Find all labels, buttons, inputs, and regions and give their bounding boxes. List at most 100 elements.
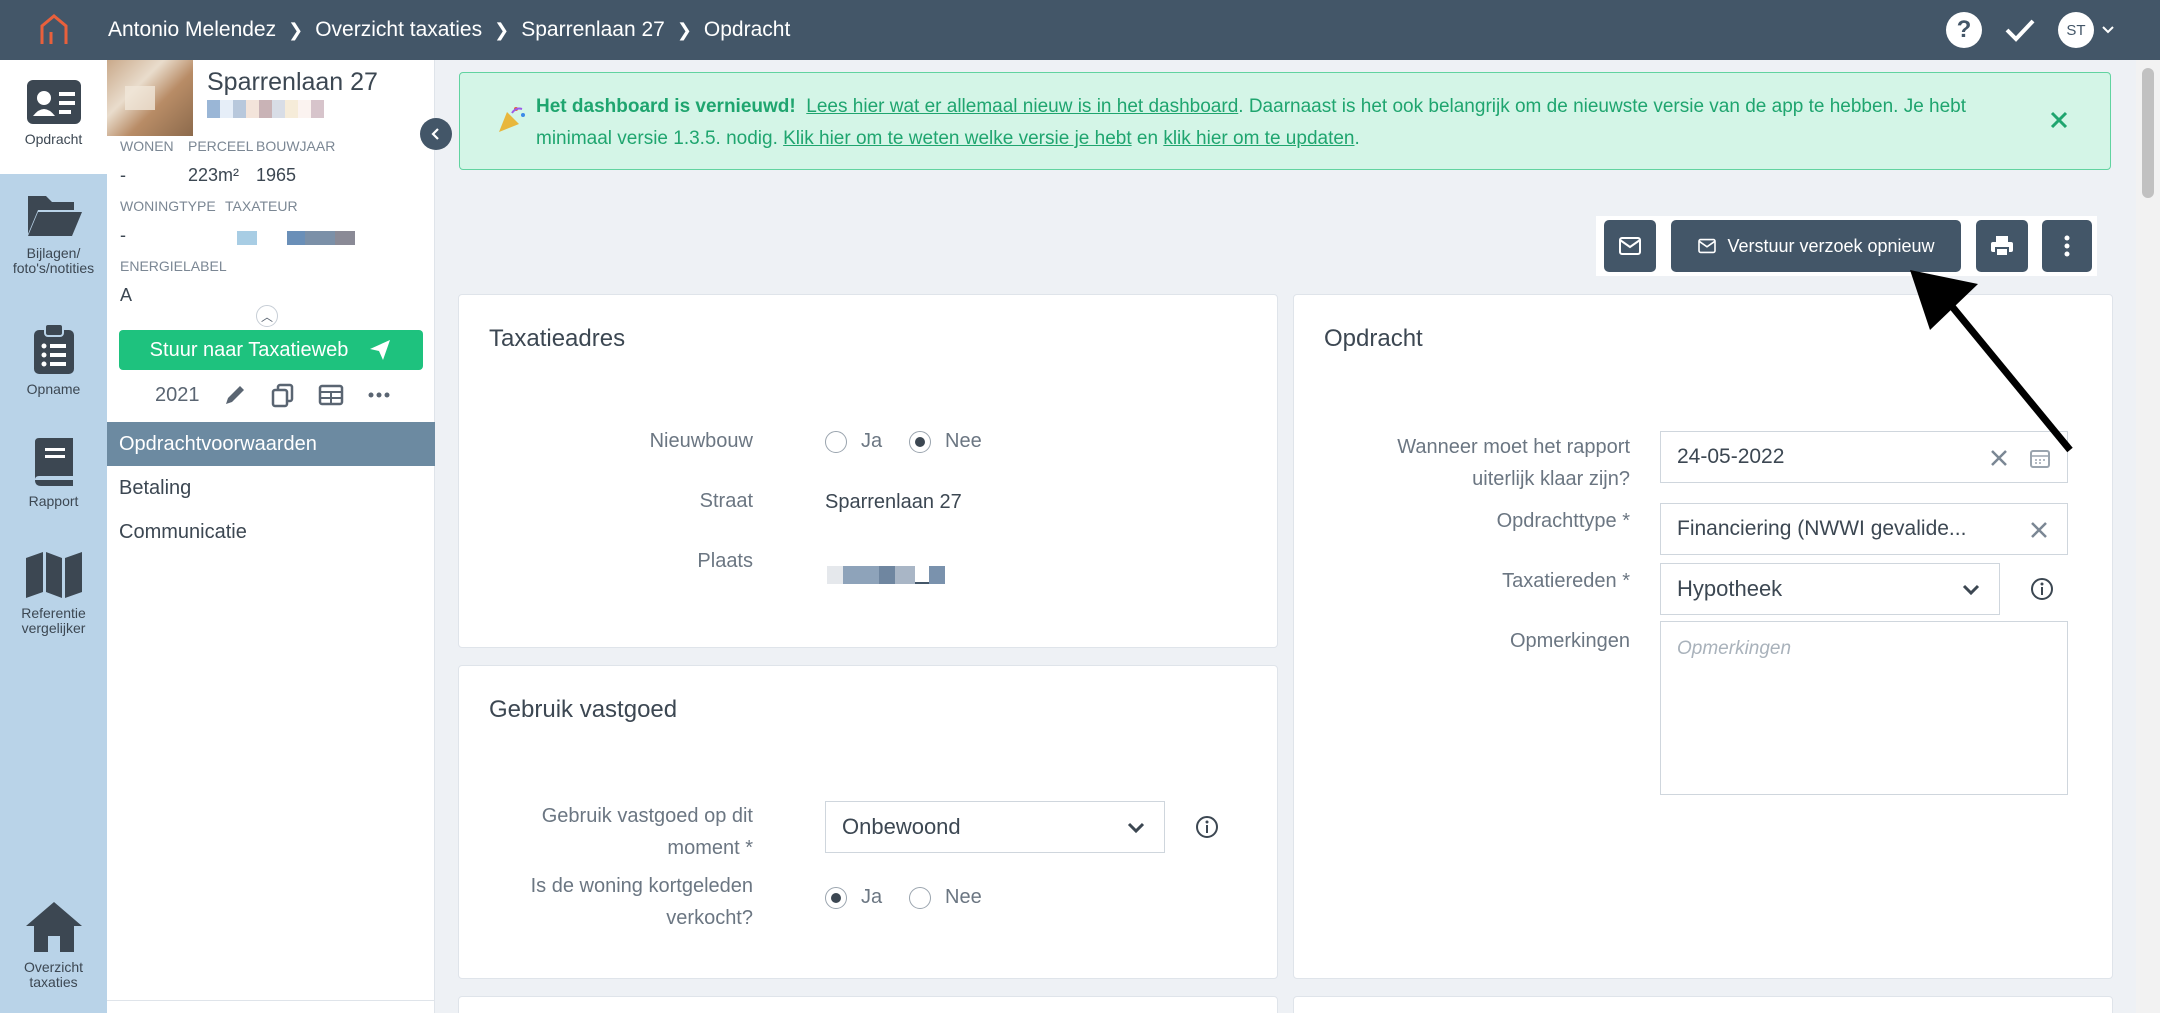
clear-icon[interactable] [2029, 520, 2049, 540]
info-icon[interactable] [1195, 815, 1219, 839]
menu-item-communicatie[interactable]: Communicatie [107, 510, 435, 554]
bouwjaar-label: BOUWJAAR [256, 138, 336, 154]
chevron-right-icon: ❯ [676, 19, 692, 40]
energielabel-value: A [120, 285, 133, 305]
card-title: Taxatieadres [489, 325, 626, 352]
breadcrumb-address[interactable]: Sparrenlaan 27 [521, 18, 665, 42]
collapse-panel-button[interactable] [420, 118, 452, 150]
menu-item-opdrachtvoorwaarden[interactable]: Opdrachtvoorwaarden [107, 422, 435, 466]
opmerkingen-textarea[interactable]: Opmerkingen [1660, 621, 2068, 795]
rail-item-overzicht[interactable]: Overzicht taxaties [0, 900, 107, 990]
chevron-down-icon[interactable] [2100, 22, 2116, 38]
notice-link-update[interactable]: klik hier om te updaten [1163, 128, 1354, 149]
gebruik-vastgoed-card: Gebruik vastgoed Gebruik vastgoed op dit… [458, 665, 1278, 979]
redacted-plaats [827, 566, 945, 584]
scrollbar-thumb[interactable] [2142, 68, 2154, 198]
rail-item-opdracht[interactable]: Opdracht [0, 60, 107, 174]
icon-rail: Opdracht Bijlagen/ foto's/notities Opnam… [0, 60, 107, 1013]
rail-item-referentie[interactable]: Referentie vergelijker [0, 550, 107, 636]
paper-plane-icon [370, 340, 391, 360]
menu-item-betaling[interactable]: Betaling [107, 466, 435, 510]
verkocht-label: Is de woning kortgeleden verkocht? [530, 875, 753, 929]
email-button[interactable] [1604, 220, 1656, 272]
more-horizontal-icon[interactable] [366, 382, 392, 408]
woningtype-label: WONINGTYPE [120, 198, 216, 214]
card-title: Gebruik vastgoed [489, 696, 678, 723]
woningtype-value: - [120, 225, 126, 245]
rail-label: Overzicht taxaties [23, 959, 84, 990]
opmerkingen-label: Opmerkingen [1509, 630, 1630, 652]
card-title: Opdracht [1324, 325, 1423, 352]
chevron-up-icon[interactable]: ︿ [256, 305, 278, 327]
breadcrumb-overzicht[interactable]: Overzicht taxaties [315, 18, 482, 42]
avatar[interactable]: ST [2058, 12, 2094, 48]
pencil-icon[interactable] [222, 382, 248, 408]
breadcrumb: Antonio Melendez ❯ Overzicht taxaties ❯ … [108, 0, 790, 60]
perceel-value: 223m² [188, 165, 240, 185]
app-logo-icon[interactable] [34, 10, 74, 50]
scrollbar[interactable] [2136, 60, 2160, 1013]
radio-label: Ja [861, 886, 883, 908]
chevron-down-icon [1127, 822, 1145, 834]
property-panel: Sparrenlaan 27 WONEN PERCEEL BOUWJAAR - … [107, 60, 435, 1013]
verkocht-ja-radio[interactable]: Ja [825, 886, 882, 909]
radio-dot [825, 430, 847, 453]
year-toolbar: 2021 [155, 382, 392, 408]
next-card-right [1293, 996, 2113, 1013]
year-value: 2021 [155, 383, 200, 406]
notice-text-2: en [1136, 128, 1159, 149]
rail-label: Referentie vergelijker [21, 605, 86, 636]
id-card-icon [26, 80, 81, 124]
send-taxatieweb-button[interactable]: Stuur naar Taxatieweb [119, 330, 423, 370]
datum-value: 24-05-2022 [1677, 445, 1785, 468]
chevron-right-icon: ❯ [494, 19, 510, 40]
info-icon[interactable] [2030, 577, 2054, 601]
redacted-info [207, 100, 324, 118]
redacted-taxateur [237, 231, 355, 245]
panel-footer [107, 1000, 435, 1013]
radio-label: Ja [861, 430, 883, 452]
dashboard-notice: Het dashboard is vernieuwd! Lees hier wa… [459, 72, 2111, 170]
chevron-left-icon [431, 128, 439, 140]
help-button[interactable]: ? [1946, 12, 1982, 48]
check-icon[interactable] [2002, 12, 2038, 48]
nieuwbouw-ja-radio[interactable]: Ja [825, 430, 882, 453]
verkocht-nee-radio[interactable]: Nee [909, 886, 982, 909]
notice-link-version[interactable]: Klik hier om te weten welke versie je he… [783, 128, 1132, 149]
nieuwbouw-nee-radio[interactable]: Nee [909, 430, 982, 453]
radio-label: Nee [945, 430, 982, 452]
map-icon [25, 552, 82, 598]
copy-icon[interactable] [270, 382, 296, 408]
breadcrumb-user[interactable]: Antonio Melendez [108, 18, 276, 42]
book-icon [34, 438, 73, 486]
rail-label: Bijlagen/ foto's/notities [12, 245, 95, 276]
close-icon[interactable] [2048, 109, 2070, 131]
table-icon[interactable] [318, 382, 344, 408]
rail-item-bijlagen[interactable]: Bijlagen/ foto's/notities [0, 190, 107, 276]
resend-label: Verstuur verzoek opnieuw [1727, 235, 1935, 256]
folder-open-icon [27, 196, 82, 236]
perceel-label: PERCEEL [188, 138, 254, 154]
property-photo[interactable] [107, 60, 193, 136]
rail-item-rapport[interactable]: Rapport [0, 436, 107, 509]
notice-title: Het dashboard is vernieuwd! [536, 96, 796, 117]
envelope-icon [1619, 237, 1641, 255]
clipboard-list-icon [33, 323, 74, 374]
rail-label: Opname [26, 381, 81, 397]
opdrachttype-value: Financiering (NWWI gevalide... [1677, 517, 1967, 540]
gebruik-select[interactable]: Onbewoond [825, 801, 1165, 853]
rail-item-opname[interactable]: Opname [0, 322, 107, 397]
send-button-label: Stuur naar Taxatieweb [149, 338, 349, 361]
opdrachttype-select[interactable]: Financiering (NWWI gevalide... [1660, 503, 2068, 555]
bouwjaar-value: 1965 [256, 165, 297, 185]
chevron-down-icon [1962, 584, 1980, 596]
rail-label: Opdracht [24, 131, 83, 147]
taxatiereden-select[interactable]: Hypotheek [1660, 563, 2000, 615]
notice-link-news[interactable]: Lees hier wat er allemaal nieuw is in he… [806, 96, 1238, 117]
printer-icon [1991, 236, 2013, 257]
wonen-label: WONEN [120, 138, 174, 154]
property-title: Sparrenlaan 27 [207, 68, 378, 96]
radio-dot [909, 430, 931, 453]
next-card-left [458, 996, 1278, 1013]
taxateur-label: TAXATEUR [225, 198, 298, 214]
